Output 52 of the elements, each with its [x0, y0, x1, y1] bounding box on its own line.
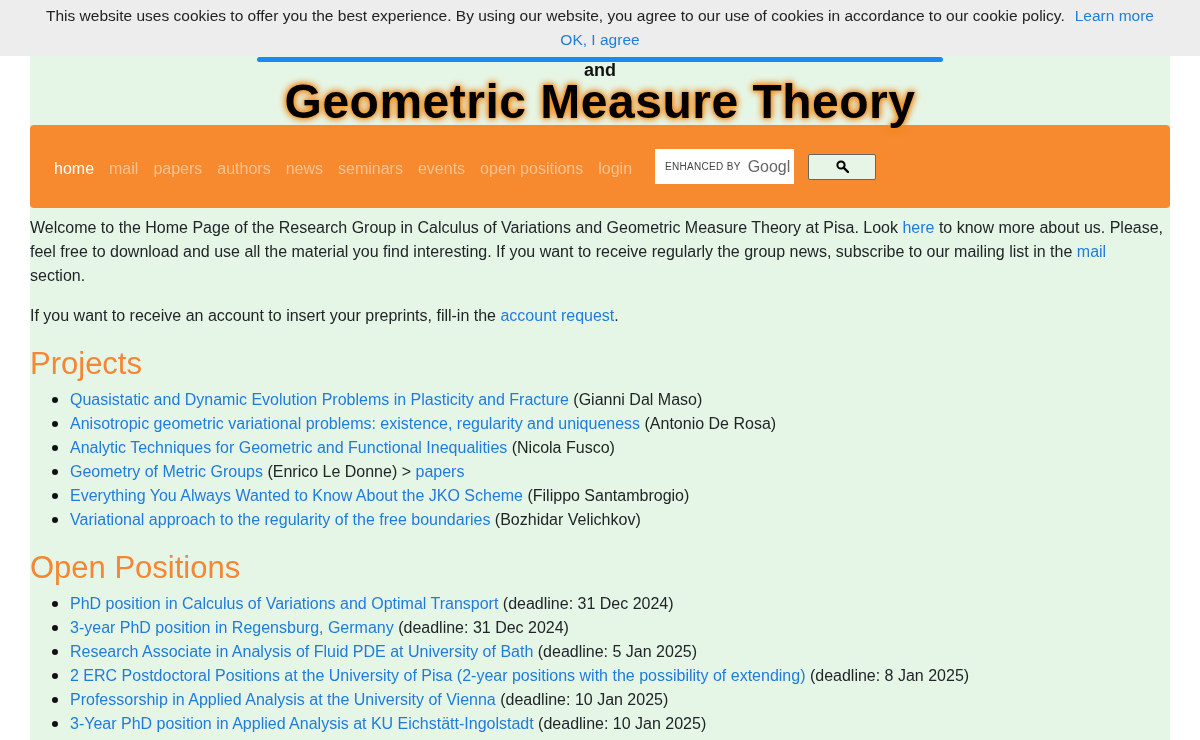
list-entry: Variational approach to the regularity of the free boundaries (Bozhidar Velichkov) — [70, 510, 641, 530]
entry-link[interactable]: Professorship in Applied Analysis at the University of Vienna — [70, 691, 496, 708]
entry-link[interactable]: Geometry of Metric Groups — [70, 463, 263, 480]
bullet-icon — [52, 601, 58, 607]
entry-link[interactable]: Analytic Techniques for Geometric and Functional Inequalities — [70, 439, 508, 456]
learn-more-link[interactable]: Learn more — [1074, 4, 1154, 28]
list-entry: Anisotropic geometric variational problems: existence, regularity and uniqueness (Antonio De Rosa) — [70, 414, 777, 434]
banner-subtitle: and — [584, 62, 616, 78]
list-entry: 2 ERC Postdoctoral Positions at the University of Pisa (2-year positions with the possibility of extending) (deadline: 8 Jan 2025) — [70, 666, 970, 686]
list-entry: Quasistatic and Dynamic Evolution Problems in Plasticity and Fracture (Gianni Dal Maso) — [70, 390, 703, 410]
search-field[interactable]: ENHANCED BY Googl — [655, 149, 795, 184]
entry-link[interactable]: papers — [415, 463, 465, 480]
bullet-icon — [52, 517, 58, 523]
entry-link[interactable]: PhD position in Calculus of Variations and Optimal Transport — [70, 595, 499, 612]
text-link[interactable]: here — [902, 219, 935, 236]
list-entry: Everything You Always Wanted to Know About the JKO Scheme (Filippo Santambrogio) — [70, 486, 690, 506]
bullet-icon — [52, 721, 58, 727]
list-entry: PhD position in Calculus of Variations and Optimal Transport (deadline: 31 Dec 2024) — [70, 594, 674, 614]
list-entry: Professorship in Applied Analysis at the University of Vienna (deadline: 10 Jan 2025) — [70, 690, 669, 710]
section-heading: Open Positions — [30, 550, 242, 586]
bullet-icon — [52, 649, 58, 655]
entry-link[interactable]: Everything You Always Wanted to Know About the JKO Scheme — [70, 487, 523, 504]
cookie-message: This website uses cookies to offer you the best experience. By using our website, you agree to our use of cookies in accordance to our cookie policy. — [46, 6, 1065, 26]
bullet-icon — [52, 493, 58, 499]
bullet-icon — [52, 445, 58, 451]
search-button[interactable] — [808, 153, 877, 180]
entry-link[interactable]: Quasistatic and Dynamic Evolution Problems in Plasticity and Fracture — [70, 391, 569, 408]
text-link[interactable]: mail — [1076, 243, 1107, 260]
section-heading: Projects — [30, 346, 143, 382]
text-link[interactable]: account request — [500, 307, 615, 324]
entry-link[interactable]: Variational approach to the regularity of the free boundaries — [70, 511, 491, 528]
bullet-icon — [52, 697, 58, 703]
list-entry: Geometry of Metric Groups (Enrico Le Donne) > papers — [70, 462, 465, 482]
bullet-icon — [52, 673, 58, 679]
bullet-icon — [52, 625, 58, 631]
list-entry: 3-year PhD position in Regensburg, Germany (deadline: 31 Dec 2024) — [70, 618, 569, 638]
intro-paragraph: If you want to receive an account to insert your preprints, fill-in the account request. — [30, 306, 620, 326]
bullet-icon — [52, 421, 58, 427]
intro-paragraph: Welcome to the Home Page of the Research Group in Calculus of Variations and Geometric Measure Theory at Pisa. Look here to know more about us. Please, feel free to download and use all the material you find interesting. If you want to receive regularly the group news, subscribe to our mailing list in the mail section. — [30, 218, 1164, 286]
bullet-icon — [52, 469, 58, 475]
list-entry: Research Associate in Analysis of Fluid PDE at University of Bath (deadline: 5 Jan 2025) — [70, 642, 697, 662]
entry-link[interactable]: 3-year PhD position in Regensburg, Germany — [70, 619, 394, 636]
bullet-icon — [52, 397, 58, 403]
entry-link[interactable]: Anisotropic geometric variational problems: existence, regularity and uniqueness — [70, 415, 641, 432]
search-icon — [835, 160, 849, 173]
entry-link[interactable]: 3-Year PhD position in Applied Analysis at KU Eichstätt-Ingolstadt — [70, 715, 534, 732]
list-entry: 3-Year PhD position in Applied Analysis at KU Eichstätt-Ingolstadt (deadline: 10 Jan 2025) — [70, 714, 707, 734]
entry-link[interactable]: Research Associate in Analysis of Fluid PDE at University of Bath — [70, 643, 534, 660]
list-entry: Analytic Techniques for Geometric and Functional Inequalities (Nicola Fusco) — [70, 438, 615, 458]
accept-cookies-button[interactable]: OK, I agree — [556, 28, 644, 52]
nav-link[interactable]: home — [54, 155, 95, 178]
entry-link[interactable]: 2 ERC Postdoctoral Positions at the University of Pisa (2-year positions with the possibility of extending) — [70, 667, 806, 684]
